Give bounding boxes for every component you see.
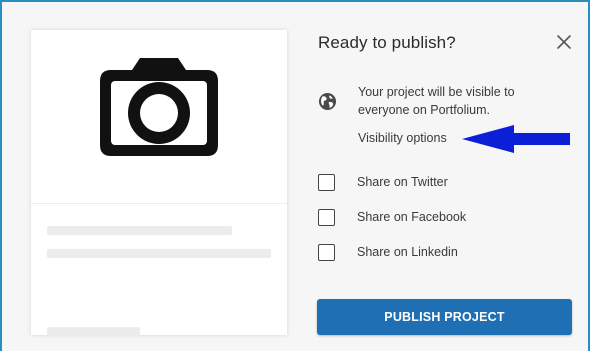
share-linkedin-label: Share on Linkedin bbox=[357, 245, 458, 259]
share-facebook-checkbox[interactable] bbox=[318, 208, 335, 226]
share-twitter-option[interactable]: Share on Twitter bbox=[318, 172, 448, 192]
camera-icon bbox=[100, 58, 218, 156]
card-divider bbox=[31, 203, 287, 204]
publish-project-button[interactable]: PUBLISH PROJECT bbox=[317, 299, 572, 335]
share-linkedin-option[interactable]: Share on Linkedin bbox=[318, 242, 458, 262]
visibility-options-link[interactable]: Visibility options bbox=[358, 131, 447, 145]
share-facebook-option[interactable]: Share on Facebook bbox=[318, 207, 466, 227]
dialog-title: Ready to publish? bbox=[318, 33, 456, 52]
close-icon[interactable] bbox=[553, 31, 575, 53]
share-twitter-checkbox[interactable] bbox=[318, 173, 335, 191]
project-cover-placeholder bbox=[31, 30, 287, 180]
globe-icon bbox=[318, 92, 337, 111]
share-linkedin-checkbox[interactable] bbox=[318, 243, 335, 261]
share-facebook-label: Share on Facebook bbox=[357, 210, 467, 224]
share-twitter-label: Share on Twitter bbox=[357, 175, 448, 189]
project-preview-card bbox=[31, 30, 287, 336]
visibility-description: Your project will be visible to everyone… bbox=[358, 85, 515, 117]
skeleton-line bbox=[47, 226, 232, 235]
skeleton-line bbox=[47, 327, 140, 336]
skeleton-line bbox=[47, 249, 271, 258]
app-frame: Ready to publish? Your project will be v… bbox=[0, 0, 590, 351]
arrow-left-icon bbox=[462, 125, 570, 153]
